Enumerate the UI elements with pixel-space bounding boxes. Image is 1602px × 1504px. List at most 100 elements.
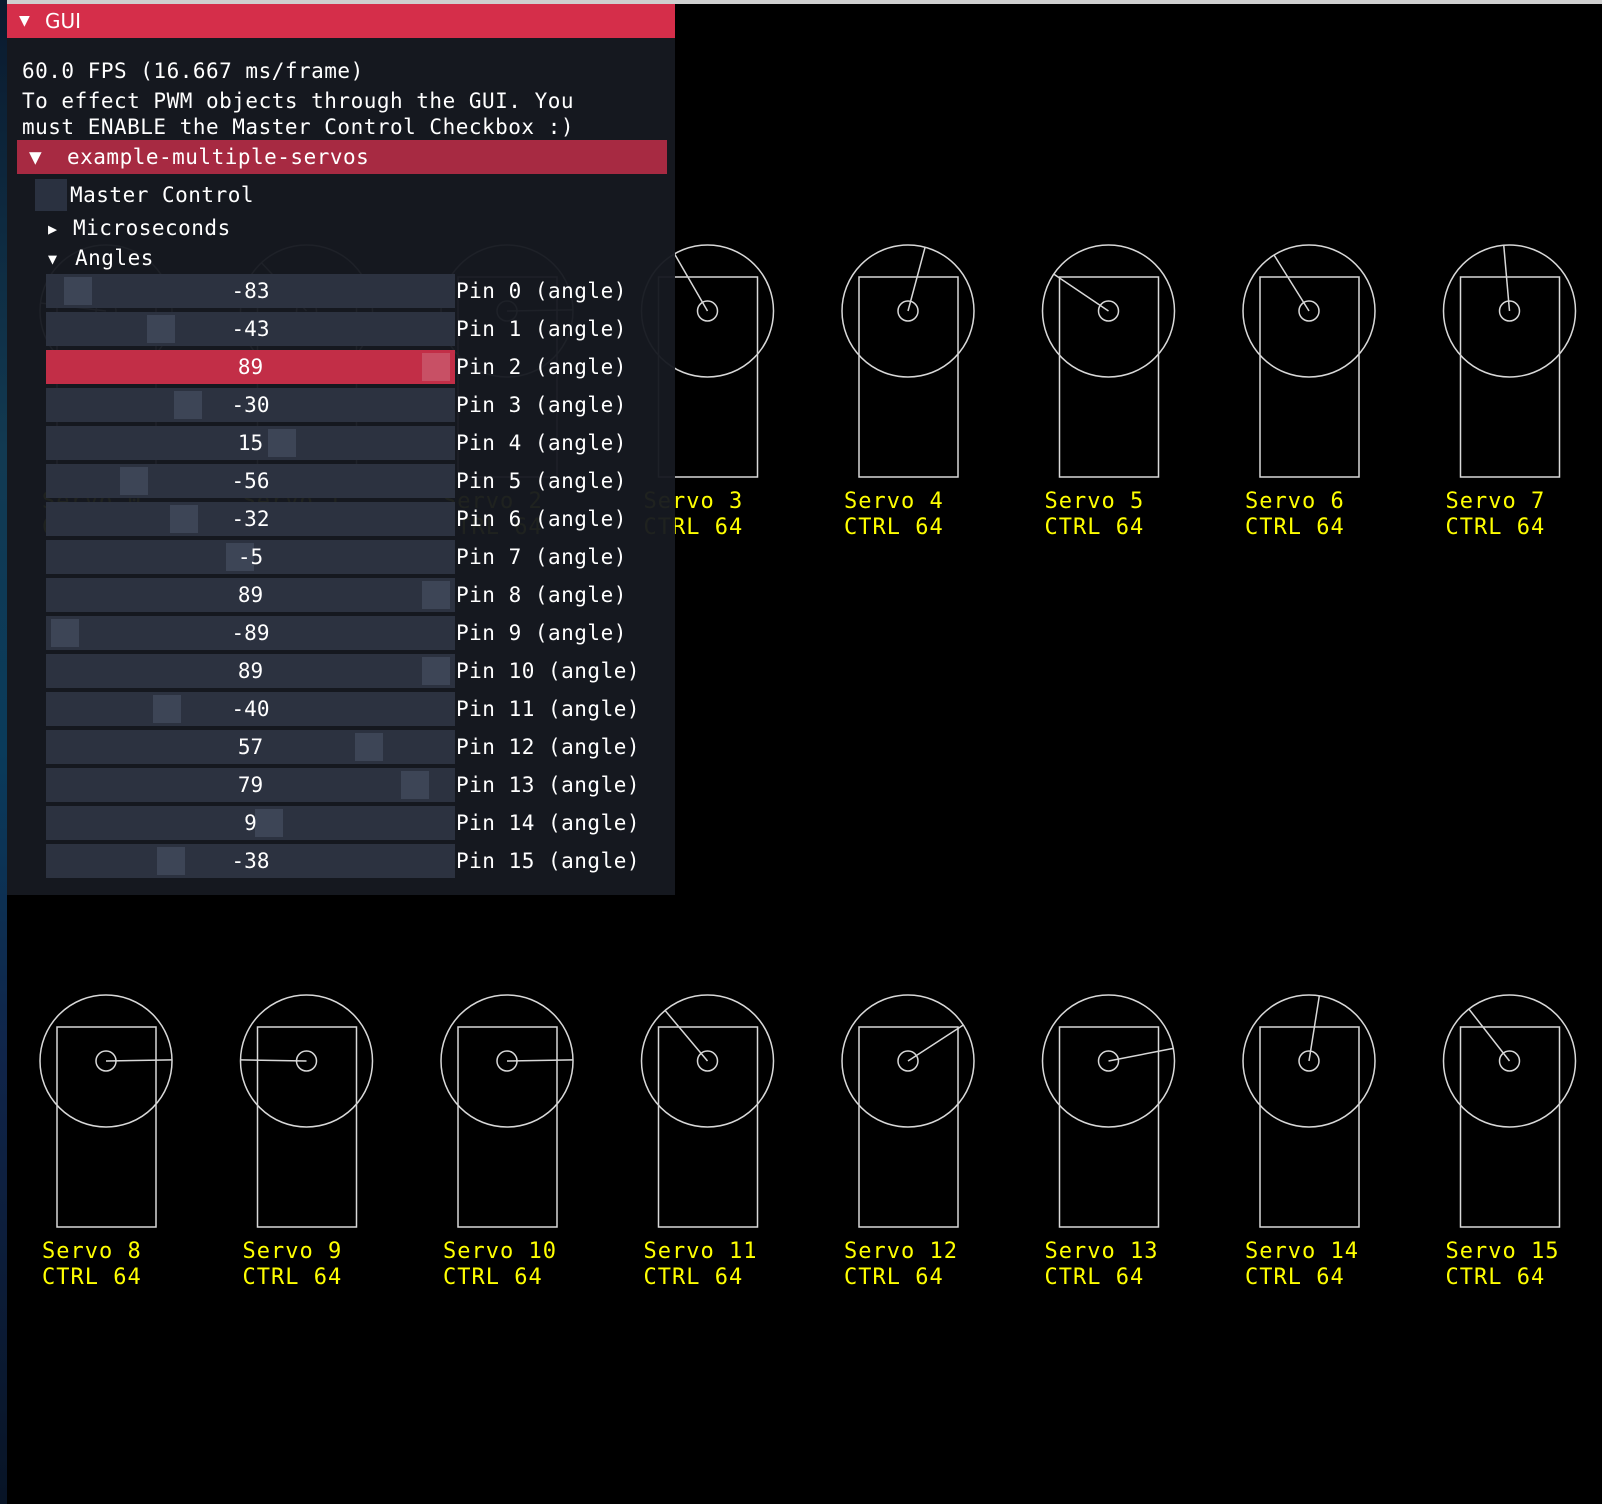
slider-value: -40	[231, 697, 270, 721]
servo-ctrl-label: CTRL 64	[42, 1265, 142, 1290]
angle-slider-row: 89 Pin 8 (angle)	[7, 578, 675, 612]
servo-8	[39, 994, 173, 1228]
slider-value: 89	[237, 659, 264, 683]
folder-open-triangle-icon[interactable]: ▼	[29, 140, 42, 174]
slider-label: Pin 11 (angle)	[456, 697, 641, 721]
fps-text: 60.0 FPS (16.667 ms/frame)	[22, 59, 364, 83]
gui-title-bar[interactable]: ▼ GUI	[7, 4, 675, 38]
servo-6	[1242, 244, 1376, 478]
servo-10	[440, 994, 574, 1228]
servo-4	[841, 244, 975, 478]
note-line-1: To effect PWM objects through the GUI. Y…	[22, 89, 575, 113]
master-control-checkbox[interactable]	[35, 179, 67, 211]
slider-label: Pin 3 (angle)	[456, 393, 627, 417]
servo-ctrl-label: CTRL 64	[1445, 515, 1546, 540]
slider-value: -38	[231, 849, 270, 873]
servo-name-label: Servo 7	[1445, 489, 1546, 514]
angle-slider-row: 79 Pin 13 (angle)	[7, 768, 675, 802]
servo-name-label: Servo 4	[844, 489, 944, 514]
folder-example-multiple-servos[interactable]: ▼ example-multiple-servos	[17, 140, 667, 174]
servo-name-label: Servo 6	[1245, 489, 1345, 514]
slider-label: Pin 14 (angle)	[456, 811, 641, 835]
slider-value: 79	[237, 773, 264, 797]
servo-14	[1242, 994, 1376, 1228]
servo-ctrl-label: CTRL 64	[844, 515, 944, 540]
slider-label: Pin 2 (angle)	[456, 355, 627, 379]
servo-ctrl-label: CTRL 64	[242, 1265, 343, 1290]
servo-arm	[1308, 995, 1321, 1062]
slider-value: -56	[231, 469, 270, 493]
slider-value: -30	[231, 393, 270, 417]
servo-name-label: Servo 15	[1445, 1239, 1560, 1264]
servo-arm	[907, 1024, 964, 1062]
servo-name-label: Servo 12	[844, 1239, 958, 1264]
angle-slider-row: 89 Pin 2 (angle)	[7, 350, 675, 384]
servo-name-label: Servo 9	[242, 1239, 343, 1264]
slider-value: 89	[237, 355, 264, 379]
servo-name-label: Servo 11	[643, 1239, 758, 1264]
servo-arm	[664, 1009, 709, 1062]
servo-7	[1442, 244, 1577, 478]
servo-arm	[1468, 1008, 1511, 1062]
slider-value: -5	[237, 545, 264, 569]
slider-label: Pin 15 (angle)	[456, 849, 641, 873]
slider-value: -89	[231, 621, 270, 645]
angle-slider-row: -89 Pin 9 (angle)	[7, 616, 675, 650]
angle-slider-row: -40 Pin 11 (angle)	[7, 692, 675, 726]
slider-value: 15	[237, 431, 264, 455]
slider-value: -43	[231, 317, 270, 341]
angles-open-triangle-icon[interactable]: ▼	[48, 246, 58, 272]
angle-slider-row: -38 Pin 15 (angle)	[7, 844, 675, 878]
slider-value: 9	[244, 811, 257, 835]
servo-9	[239, 994, 374, 1228]
servo-arm	[673, 253, 709, 312]
slider-label: Pin 6 (angle)	[456, 507, 627, 531]
note-line-2: must ENABLE the Master Control Checkbox …	[22, 115, 575, 139]
slider-label: Pin 5 (angle)	[456, 469, 627, 493]
servo-11	[640, 994, 775, 1228]
servo-name-label: Servo 14	[1245, 1239, 1359, 1264]
slider-label: Pin 12 (angle)	[456, 735, 641, 759]
angles-folder[interactable]: Angles	[75, 245, 154, 271]
servo-12	[841, 994, 975, 1228]
collapse-triangle-icon[interactable]: ▼	[19, 4, 30, 38]
slider-label: Pin 10 (angle)	[456, 659, 641, 683]
servo-name-label: Servo 13	[1044, 1239, 1159, 1264]
slider-label: Pin 8 (angle)	[456, 583, 627, 607]
servo-ctrl-label: CTRL 64	[1445, 1265, 1546, 1290]
angle-slider-row: -43 Pin 1 (angle)	[7, 312, 675, 346]
slider-value: -83	[231, 279, 270, 303]
servo-ctrl-label: CTRL 64	[1044, 515, 1145, 540]
servo-arm	[1273, 254, 1310, 312]
servo-arm	[907, 247, 926, 312]
servo-arm	[1053, 273, 1109, 312]
microseconds-collapsed-triangle-icon[interactable]: ▶	[48, 216, 58, 242]
angle-slider-row: 9 Pin 14 (angle)	[7, 806, 675, 840]
servo-ctrl-label: CTRL 64	[844, 1265, 944, 1290]
slider-value: -32	[231, 507, 270, 531]
gui-title: GUI	[45, 9, 82, 33]
slider-label: Pin 9 (angle)	[456, 621, 627, 645]
slider-value: 57	[237, 735, 264, 759]
servo-ctrl-label: CTRL 64	[443, 1265, 543, 1290]
gui-panel: ▼ GUI 60.0 FPS (16.667 ms/frame) To effe…	[7, 4, 675, 895]
slider-label: Pin 4 (angle)	[456, 431, 627, 455]
servo-ctrl-label: CTRL 64	[643, 1265, 744, 1290]
angle-slider-row: -32 Pin 6 (angle)	[7, 502, 675, 536]
servo-name-label: Servo 8	[42, 1239, 142, 1264]
servo-5	[1041, 244, 1176, 478]
servo-ctrl-label: CTRL 64	[1245, 1265, 1345, 1290]
master-control-label: Master Control	[70, 183, 255, 207]
angle-slider-row: -5 Pin 7 (angle)	[7, 540, 675, 574]
angle-slider-row: -30 Pin 3 (angle)	[7, 388, 675, 422]
servo-name-label: Servo 10	[443, 1239, 557, 1264]
microseconds-folder[interactable]: Microseconds	[73, 215, 231, 241]
slider-value: 89	[237, 583, 264, 607]
angle-slider-row: 89 Pin 10 (angle)	[7, 654, 675, 688]
slider-label: Pin 1 (angle)	[456, 317, 627, 341]
angle-slider-row: -56 Pin 5 (angle)	[7, 464, 675, 498]
servo-arm	[1108, 1047, 1174, 1062]
servo-name-label: Servo 5	[1044, 489, 1145, 514]
angle-slider-row: 15 Pin 4 (angle)	[7, 426, 675, 460]
angle-slider-row: 57 Pin 12 (angle)	[7, 730, 675, 764]
